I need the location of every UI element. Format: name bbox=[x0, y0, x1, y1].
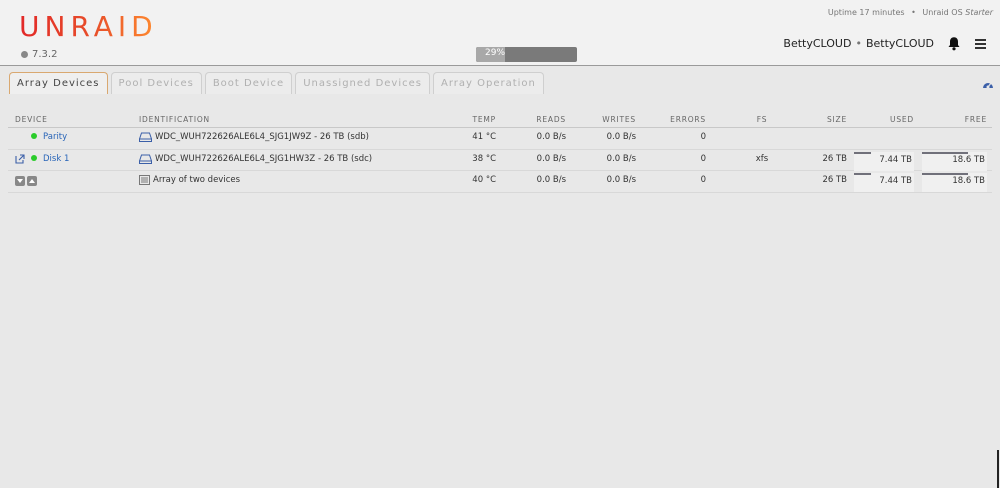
server-name: BettyCLOUD bbox=[783, 37, 852, 50]
array-list-icon bbox=[139, 175, 150, 185]
errors-value: 0 bbox=[700, 175, 706, 185]
col-used: USED bbox=[890, 115, 914, 124]
free-value: 18.6 TB bbox=[952, 176, 985, 186]
server-description: BettyCLOUD bbox=[865, 37, 934, 50]
hard-drive-icon bbox=[139, 132, 152, 142]
tab-boot-device[interactable]: Boot Device bbox=[204, 72, 293, 94]
tab-array-operation[interactable]: Array Operation bbox=[432, 72, 544, 94]
temp-value: 41 °C bbox=[472, 132, 496, 142]
identification-cell: WDC_WUH722626ALE6L4_SJG1HW3Z - 26 TB (sd… bbox=[139, 154, 372, 164]
used-value: 7.44 TB bbox=[879, 154, 912, 165]
tab-bar: Array Devices Pool Devices Boot Device U… bbox=[9, 72, 544, 94]
status-online-icon bbox=[31, 154, 37, 161]
table-row: Parity WDC_WUH722626ALE6L4_SJG1JW9Z - 26… bbox=[8, 128, 992, 150]
tab-array-devices[interactable]: Array Devices bbox=[9, 72, 108, 94]
size-value: 26 TB bbox=[822, 153, 847, 164]
writes-value: 0.0 B/s bbox=[606, 153, 636, 164]
info-icon bbox=[21, 51, 28, 58]
hard-drive-icon bbox=[139, 154, 152, 164]
array-devices-table: DEVICE IDENTIFICATION TEMP READS WRITES … bbox=[8, 112, 992, 193]
progress-label: 29% bbox=[485, 48, 506, 58]
top-header: UNRAID 7.3.2 29% Uptime 17 minutes • Unr… bbox=[0, 0, 1000, 66]
used-usage-cell: 7.44 TB bbox=[854, 150, 914, 171]
table-header: DEVICE IDENTIFICATION TEMP READS WRITES … bbox=[8, 112, 992, 128]
col-writes: WRITES bbox=[602, 115, 636, 124]
tab-pool-devices[interactable]: Pool Devices bbox=[110, 72, 202, 94]
temp-value: 40 °C bbox=[472, 175, 496, 185]
table-row: Disk 1 WDC_WUH722626ALE6L4_SJG1HW3Z - 26… bbox=[8, 150, 992, 171]
free-bar bbox=[922, 173, 969, 175]
col-size: SIZE bbox=[826, 115, 847, 124]
used-value: 7.44 TB bbox=[879, 176, 912, 186]
col-fs: FS bbox=[756, 115, 768, 124]
errors-value: 0 bbox=[700, 132, 706, 142]
free-usage-cell: 18.6 TB bbox=[922, 171, 987, 192]
free-value: 18.6 TB bbox=[952, 154, 985, 165]
free-bar bbox=[922, 151, 969, 154]
col-identification: IDENTIFICATION bbox=[139, 115, 210, 124]
uptime-text: Uptime 17 minutes bbox=[827, 8, 905, 17]
external-link-icon[interactable] bbox=[15, 153, 25, 164]
dashboard-icon[interactable] bbox=[982, 79, 994, 90]
col-device: DEVICE bbox=[15, 115, 48, 124]
identification-text: Array of two devices bbox=[153, 175, 241, 185]
used-bar bbox=[854, 151, 872, 154]
os-edition: Starter bbox=[965, 8, 993, 17]
reads-value: 0.0 B/s bbox=[536, 175, 566, 185]
used-bar bbox=[854, 173, 872, 175]
reads-value: 0.0 B/s bbox=[536, 132, 566, 142]
errors-value: 0 bbox=[700, 153, 706, 164]
separator: • bbox=[855, 37, 862, 50]
unraid-logo[interactable]: UNRAID bbox=[19, 12, 158, 42]
hamburger-menu-icon[interactable] bbox=[974, 38, 988, 50]
server-info[interactable]: BettyCLOUD • BettyCLOUD bbox=[783, 37, 934, 50]
col-reads: READS bbox=[536, 115, 566, 124]
sort-controls bbox=[15, 176, 39, 188]
size-value: 26 TB bbox=[822, 175, 847, 185]
writes-value: 0.0 B/s bbox=[606, 132, 636, 142]
device-cell[interactable]: Parity bbox=[31, 132, 67, 142]
tab-unassigned-devices[interactable]: Unassigned Devices bbox=[295, 72, 430, 94]
os-label: Unraid OS bbox=[922, 8, 963, 17]
col-temp: TEMP bbox=[472, 115, 496, 124]
identification-text: WDC_WUH722626ALE6L4_SJG1JW9Z - 26 TB (sd… bbox=[155, 132, 369, 142]
version-info[interactable]: 7.3.2 bbox=[21, 49, 57, 60]
scrollbar[interactable] bbox=[997, 450, 999, 488]
table-row-totals: Array of two devices 40 °C 0.0 B/s 0.0 B… bbox=[8, 171, 992, 193]
usage-progress-bar: 29% bbox=[476, 47, 577, 62]
status-online-icon bbox=[31, 133, 37, 139]
free-usage-cell: 18.6 TB bbox=[922, 150, 987, 171]
used-usage-cell: 7.44 TB bbox=[854, 171, 914, 192]
expand-up-icon[interactable] bbox=[27, 176, 37, 186]
col-errors: ERRORS bbox=[670, 115, 706, 124]
identification-cell: Array of two devices bbox=[139, 175, 240, 185]
bell-icon[interactable] bbox=[947, 36, 961, 51]
collapse-down-icon[interactable] bbox=[15, 176, 25, 186]
separator: • bbox=[911, 8, 916, 17]
device-link[interactable]: Parity bbox=[43, 132, 67, 142]
reads-value: 0.0 B/s bbox=[536, 153, 566, 164]
writes-value: 0.0 B/s bbox=[606, 175, 636, 185]
uptime-status: Uptime 17 minutes • Unraid OS Starter bbox=[828, 8, 993, 17]
device-link[interactable]: Disk 1 bbox=[43, 154, 69, 164]
device-cell[interactable]: Disk 1 bbox=[31, 154, 69, 164]
version-label: 7.3.2 bbox=[32, 49, 58, 60]
identification-cell: WDC_WUH722626ALE6L4_SJG1JW9Z - 26 TB (sd… bbox=[139, 132, 369, 142]
fs-value: xfs bbox=[755, 153, 769, 164]
col-free: FREE bbox=[964, 115, 987, 124]
identification-text: WDC_WUH722626ALE6L4_SJG1HW3Z - 26 TB (sd… bbox=[155, 153, 373, 164]
temp-value: 38 °C bbox=[472, 153, 496, 164]
